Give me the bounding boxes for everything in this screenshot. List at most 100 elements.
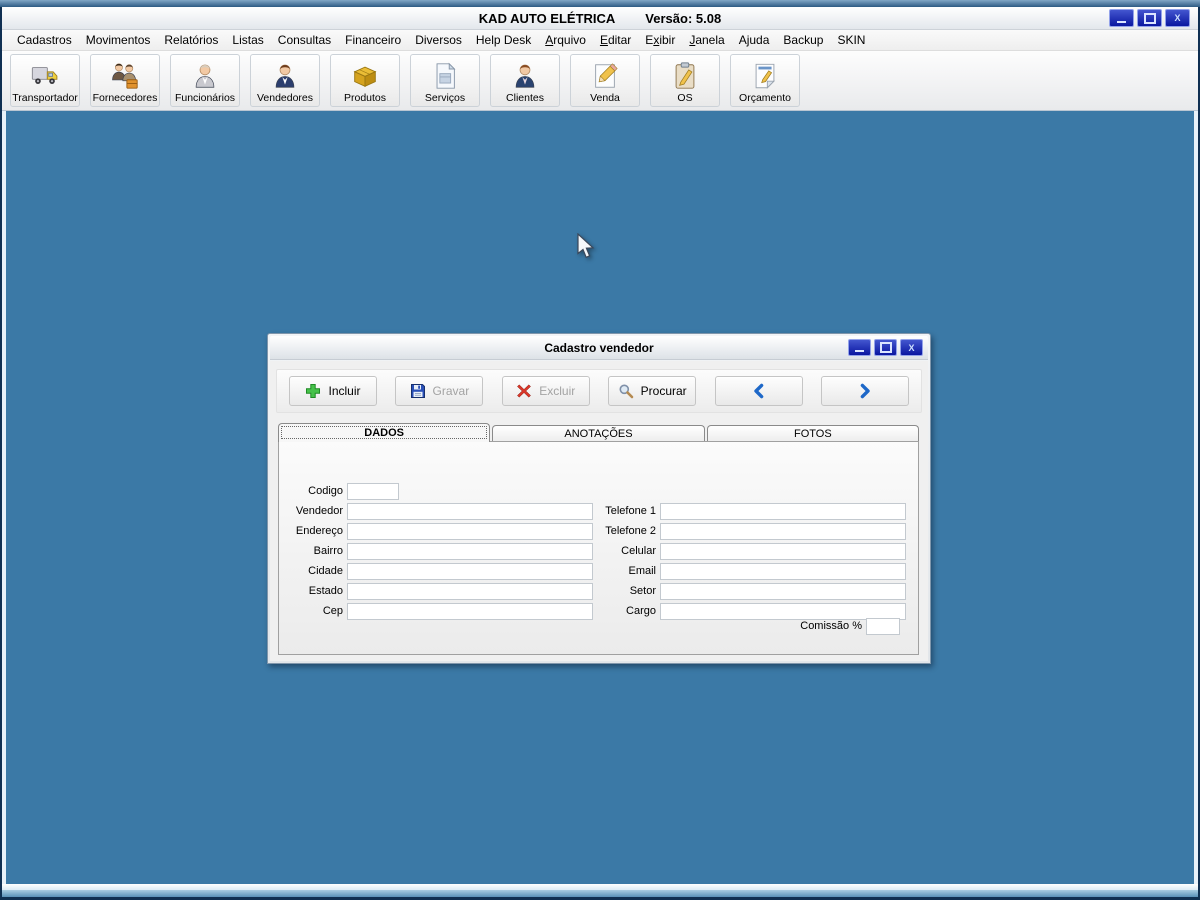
menu-item-financeiro[interactable]: Financeiro <box>338 31 408 49</box>
main-window-controls: X <box>1109 9 1190 27</box>
email-label: Email <box>628 565 656 577</box>
next-record-button[interactable] <box>820 376 909 406</box>
telefone-1-input[interactable] <box>660 502 906 520</box>
menu-item-listas[interactable]: Listas <box>225 31 270 49</box>
gravar-button[interactable]: Gravar <box>395 376 484 406</box>
toolbar: Transportador Fornecedores Funcionários Ven… <box>2 51 1198 111</box>
dialog-maximize-button[interactable] <box>874 339 897 356</box>
action-button-label: Gravar <box>432 384 470 398</box>
dados-tab-panel: Codigo Vendedor Endereço Bairro Cidade Estado… <box>278 441 919 655</box>
toolbar-button-label: Transportador <box>12 92 78 104</box>
commission-row: Comissão % <box>592 616 900 636</box>
dialog-close-button[interactable]: X <box>900 339 923 356</box>
toolbar-button-funcionarios[interactable]: Funcionários <box>170 54 240 107</box>
maximize-button[interactable] <box>1137 9 1162 27</box>
setor-input[interactable] <box>660 582 906 600</box>
mouse-cursor-icon <box>576 232 596 266</box>
bairro-input[interactable] <box>347 542 593 560</box>
celular-label: Celular <box>621 545 656 557</box>
close-button[interactable]: X <box>1165 9 1190 27</box>
toolbar-button-label: Clientes <box>506 92 544 104</box>
close-icon: X <box>1174 13 1181 23</box>
menu-item-ajuda[interactable]: Ajuda <box>732 31 777 49</box>
menu-item-arquivo[interactable]: Arquivo <box>538 31 593 49</box>
form-left-column: Codigo Vendedor Endereço Bairro Cidade Estado… <box>279 481 593 621</box>
form-row-bairro: Bairro <box>279 541 593 561</box>
procurar-button[interactable]: Procurar <box>608 376 697 406</box>
tab-dados[interactable]: DADOS <box>278 423 491 442</box>
menu-item-janela[interactable]: Janela <box>682 31 731 49</box>
cadastro-vendedor-dialog: Cadastro vendedor X Incluir Gravar Excluir… <box>267 333 931 664</box>
dialog-body: Incluir Gravar Excluir Procurar DADOS ANOTAÇ… <box>270 361 928 661</box>
toolbar-button-transportador[interactable]: Transportador <box>10 54 80 107</box>
plus-icon <box>305 383 321 399</box>
menu-item-consultas[interactable]: Consultas <box>271 31 338 49</box>
toolbar-button-vendedores[interactable]: Vendedores <box>250 54 320 107</box>
main-titlebar: KAD AUTO ELÉTRICA Versão: 5.08 X <box>2 7 1198 30</box>
cidade-input[interactable] <box>347 562 593 580</box>
telefone-1-label: Telefone 1 <box>605 505 656 517</box>
window-top-strip <box>0 0 1200 7</box>
menu-item-diversos[interactable]: Diversos <box>408 31 469 49</box>
minimize-icon <box>1117 20 1126 23</box>
toolbar-button-os[interactable]: OS <box>650 54 720 107</box>
menu-item-movimentos[interactable]: Movimentos <box>79 31 158 49</box>
chevron-right-icon <box>857 383 873 399</box>
menu-item-editar[interactable]: Editar <box>593 31 638 49</box>
tab-anotacoes[interactable]: ANOTAÇÕES <box>492 425 705 442</box>
menu-item-skin[interactable]: SKIN <box>830 31 872 49</box>
menu-item-relatorios[interactable]: Relatórios <box>157 31 225 49</box>
tab-fotos[interactable]: FOTOS <box>706 425 919 442</box>
form-row-endereco: Endereço <box>279 521 593 541</box>
telefone-2-label: Telefone 2 <box>605 525 656 537</box>
form-right-column: Telefone 1 Telefone 2 Celular Email Setor Car… <box>592 501 906 621</box>
comissao-input[interactable] <box>866 617 900 635</box>
maximize-icon <box>1143 12 1156 24</box>
dialog-action-panel: Incluir Gravar Excluir Procurar <box>276 369 922 413</box>
form-row-cep: Cep <box>279 601 593 621</box>
form-row-cidade: Cidade <box>279 561 593 581</box>
close-icon: X <box>908 342 915 353</box>
dialog-title: Cadastro vendedor <box>544 340 654 355</box>
minimize-icon <box>855 350 864 352</box>
incluir-button[interactable]: Incluir <box>289 376 377 406</box>
toolbar-button-clientes[interactable]: Clientes <box>490 54 560 107</box>
toolbar-button-produtos[interactable]: Produtos <box>330 54 400 107</box>
cidade-label: Cidade <box>308 565 343 577</box>
vendor-icon <box>270 61 300 91</box>
budget-note-icon <box>750 61 780 91</box>
cep-label: Cep <box>322 605 343 617</box>
endereco-input[interactable] <box>347 522 593 540</box>
telefone-2-input[interactable] <box>660 522 906 540</box>
email-input[interactable] <box>660 562 906 580</box>
search-icon <box>618 383 634 399</box>
vendedor-input[interactable] <box>347 502 593 520</box>
toolbar-button-fornecedores[interactable]: Fornecedores <box>90 54 160 107</box>
previous-record-button[interactable] <box>714 376 803 406</box>
toolbar-button-venda[interactable]: Venda <box>570 54 640 107</box>
dialog-minimize-button[interactable] <box>848 339 871 356</box>
menu-item-cadastros[interactable]: Cadastros <box>10 31 79 49</box>
dialog-titlebar[interactable]: Cadastro vendedor X <box>270 336 928 360</box>
estado-label: Estado <box>308 585 343 597</box>
suppliers-icon <box>110 61 140 91</box>
form-row-setor: Setor <box>592 581 906 601</box>
dialog-window-controls: X <box>848 339 923 356</box>
toolbar-button-orcamento[interactable]: Orçamento <box>730 54 800 107</box>
form-row-telefone-2: Telefone 2 <box>592 521 906 541</box>
codigo-input[interactable] <box>347 482 399 500</box>
employee-icon <box>190 61 220 91</box>
action-button-label: Excluir <box>539 384 576 398</box>
toolbar-button-servicos[interactable]: Serviços <box>410 54 480 107</box>
menu-item-backup[interactable]: Backup <box>776 31 830 49</box>
toolbar-button-label: Vendedores <box>256 92 314 104</box>
cep-input[interactable] <box>347 602 593 620</box>
menu-item-exibir[interactable]: Exibir <box>638 31 682 49</box>
action-button-label: Incluir <box>328 384 361 398</box>
menu-item-help-desk[interactable]: Help Desk <box>469 31 538 49</box>
celular-input[interactable] <box>660 542 906 560</box>
estado-input[interactable] <box>347 582 593 600</box>
app-version: Versão: 5.08 <box>645 10 722 26</box>
excluir-button[interactable]: Excluir <box>501 376 590 406</box>
minimize-button[interactable] <box>1109 9 1134 27</box>
